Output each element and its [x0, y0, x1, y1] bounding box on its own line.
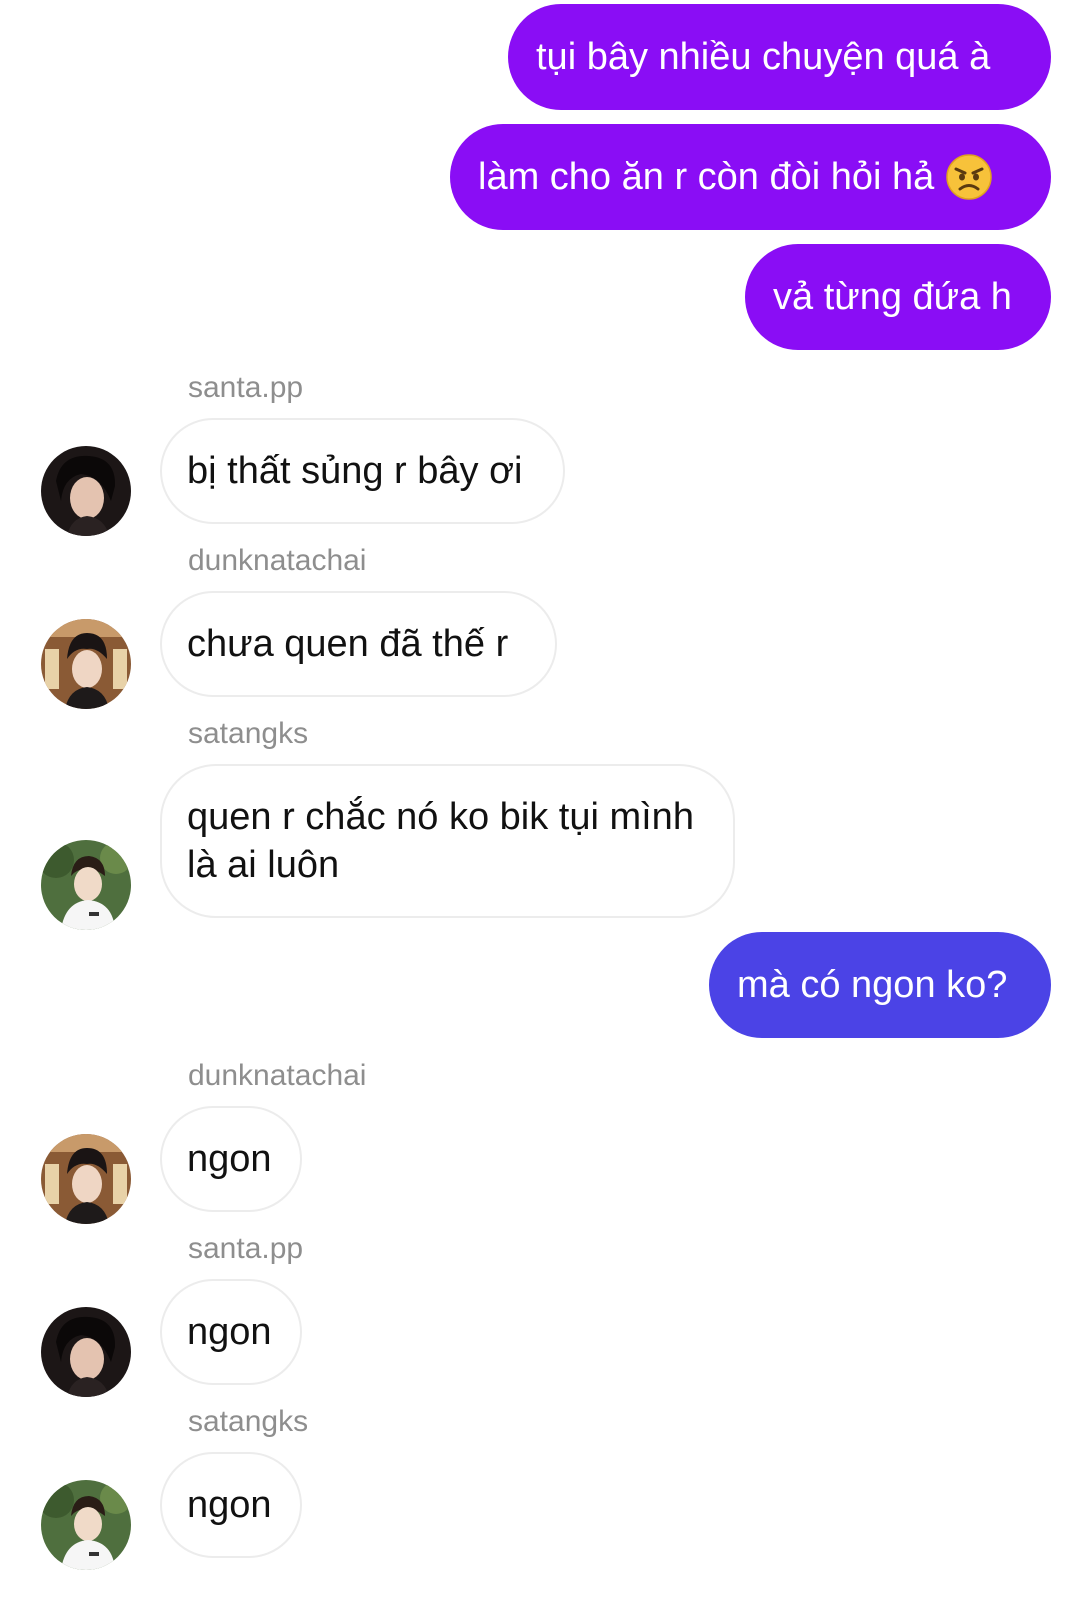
message-text: làm cho ăn r còn đòi hỏi hả — [478, 156, 935, 198]
message-text: bị thất sủng r bây ơi — [187, 450, 523, 492]
avatar[interactable] — [41, 619, 131, 709]
message-text: ngon — [187, 1138, 272, 1180]
sender-name: dunknatachai — [188, 544, 367, 577]
incoming-message-bubble[interactable]: quen r chắc nó ko bik tụi mình là ai luô… — [160, 764, 735, 918]
message-text: tụi bây nhiều chuyện quá à — [536, 36, 991, 78]
sender-name: satangks — [188, 717, 309, 750]
message-text: chưa quen đã thế r — [187, 623, 509, 665]
avatar[interactable] — [41, 1480, 131, 1570]
outgoing-message-bubble[interactable]: tụi bây nhiều chuyện quá à — [508, 4, 1051, 110]
incoming-message-bubble[interactable]: chưa quen đã thế r — [160, 591, 557, 697]
incoming-message-bubble[interactable]: ngon — [160, 1452, 302, 1558]
incoming-message-bubble[interactable]: bị thất sủng r bây ơi — [160, 418, 565, 524]
outgoing-message-bubble[interactable]: mà có ngon ko? — [709, 932, 1051, 1038]
outgoing-message-bubble[interactable]: làm cho ăn r còn đòi hỏi hả — [450, 124, 1051, 230]
message-text: ngon — [187, 1484, 272, 1526]
incoming-message-bubble[interactable]: ngon — [160, 1279, 302, 1385]
message-text: mà có ngon ko? — [737, 964, 1008, 1006]
avatar[interactable] — [41, 840, 131, 930]
message-text: quen r chắc nó ko bik tụi mình là ai luô… — [187, 796, 694, 886]
sender-name: santa.pp — [188, 371, 304, 404]
sender-name: santa.pp — [188, 1232, 304, 1265]
incoming-message-bubble[interactable]: ngon — [160, 1106, 302, 1212]
avatar[interactable] — [41, 446, 131, 536]
message-text: vả từng đứa h — [773, 276, 1012, 318]
avatar[interactable] — [41, 1307, 131, 1397]
angry-face-icon — [946, 154, 993, 200]
message-text: ngon — [187, 1311, 272, 1353]
avatar[interactable] — [41, 1134, 131, 1224]
sender-name: satangks — [188, 1405, 309, 1438]
outgoing-message-bubble[interactable]: vả từng đứa h — [745, 244, 1051, 350]
sender-name: dunknatachai — [188, 1059, 367, 1092]
